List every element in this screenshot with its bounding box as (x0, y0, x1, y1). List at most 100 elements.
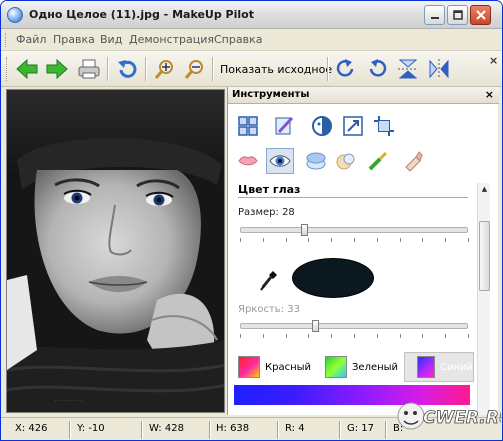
zoom-out-icon (184, 60, 203, 79)
zoom-out-button[interactable] (181, 55, 209, 83)
slider-tick (399, 334, 401, 338)
slider-tick (468, 238, 469, 242)
window-title: Одно Целое (11).jpg - MakeUp Pilot (29, 8, 254, 21)
status-r: R: 4 (285, 423, 305, 434)
status-y: Y: -10 (77, 423, 105, 434)
menu-grip (5, 33, 8, 47)
size-slider-thumb[interactable] (300, 224, 308, 236)
undo-icon (118, 60, 137, 78)
panel-scrollbar[interactable]: ▲ (477, 183, 490, 415)
app-icon (7, 7, 23, 23)
forward-arrow-icon (46, 58, 68, 80)
flip-horizontal-button[interactable] (425, 55, 453, 83)
green-swatch-icon (325, 356, 347, 378)
menu-help[interactable]: Справка (214, 33, 262, 46)
brush-tool-button[interactable] (270, 113, 298, 139)
slider-tick (354, 334, 355, 338)
show-original-button[interactable]: Показать исходное (220, 63, 332, 76)
flip-vertical-icon (398, 59, 418, 79)
status-divider (385, 421, 387, 439)
scroll-thumb[interactable] (479, 221, 490, 291)
menu-file[interactable]: Файл (16, 33, 46, 46)
toolbar: Показать исходное (1, 51, 502, 87)
status-h: H: 638 (216, 423, 250, 434)
status-divider (69, 421, 71, 439)
eyedropper-button[interactable] (258, 264, 278, 292)
panel-title: Инструменты (232, 89, 310, 100)
eye-color-swatch[interactable] (292, 258, 374, 298)
slider-tick (422, 334, 424, 338)
menu-view[interactable]: Вид (100, 33, 122, 46)
toolbar-close-icon[interactable]: × (489, 54, 498, 67)
flip-vertical-button[interactable] (394, 55, 422, 83)
lips-tool-button[interactable] (234, 148, 262, 174)
toolbar-separator (145, 57, 147, 81)
svg-text:· · · · · · · · ·: · · · · · · · · · (55, 398, 82, 404)
slider-tick (399, 238, 401, 242)
slider-tick (376, 238, 378, 242)
rotate-right-button[interactable] (332, 55, 360, 83)
status-g: G: 17 (347, 423, 375, 434)
status-w: W: 428 (149, 423, 184, 434)
menu-edit[interactable]: Правка (53, 33, 95, 46)
site-watermark-logo: CWER.RU (397, 402, 501, 430)
crop-tool-button[interactable] (370, 113, 398, 139)
close-button[interactable] (470, 5, 491, 25)
panel-close-icon[interactable]: × (485, 88, 494, 101)
status-divider (141, 421, 143, 439)
foundation-tool-button[interactable] (332, 148, 360, 174)
slider-tick (308, 238, 310, 242)
brightness-label: Яркость: 33 (238, 304, 300, 315)
concealer-icon (405, 151, 423, 172)
red-swatch-icon (238, 356, 260, 378)
minimize-button[interactable] (424, 5, 445, 25)
blush-tool-button[interactable] (302, 148, 330, 174)
color-option-blue[interactable]: Синий (404, 352, 474, 382)
face-tool-button[interactable] (308, 113, 336, 139)
slider-tick (240, 238, 241, 242)
maximize-icon (452, 10, 463, 20)
zoom-in-button[interactable] (151, 55, 179, 83)
size-slider-track[interactable] (240, 227, 468, 233)
slider-tick (308, 334, 310, 338)
foundation-icon (336, 153, 355, 170)
grid-icon (238, 116, 258, 136)
face-mask-icon (312, 116, 332, 136)
eyedropper-icon (260, 271, 277, 291)
slider-tick (262, 238, 264, 242)
brightness-slider-thumb[interactable] (312, 320, 320, 332)
maximize-button[interactable] (447, 5, 468, 25)
brush-icon (275, 116, 294, 135)
panel-header: Инструменты × (228, 87, 499, 104)
slider-tick (422, 238, 424, 242)
forward-button[interactable] (43, 55, 71, 83)
scroll-up-arrow[interactable]: ▲ (478, 183, 491, 196)
menu-bar: Файл Правка Вид Демонстрация Справка (1, 29, 502, 51)
print-button[interactable] (75, 55, 103, 83)
status-divider (209, 421, 211, 439)
tool-icon-row-1 (228, 112, 499, 140)
toolbar-separator (107, 57, 109, 81)
menu-demo[interactable]: Демонстрация (129, 33, 214, 46)
tools-panel: Инструменты × Цвет глаз Размер: 28 Яркос… (227, 87, 499, 415)
resize-tool-button[interactable] (339, 113, 367, 139)
undo-button[interactable] (113, 55, 141, 83)
mascara-tool-button[interactable] (364, 148, 392, 174)
grid-tool-button[interactable] (234, 113, 262, 139)
print-icon (78, 59, 100, 79)
rotate-left-button[interactable] (363, 55, 391, 83)
title-bar[interactable]: Одно Целое (11).jpg - MakeUp Pilot (1, 1, 502, 29)
brightness-slider-track[interactable] (240, 323, 468, 329)
close-icon (475, 10, 486, 20)
slider-tick (331, 334, 333, 338)
back-button[interactable] (13, 55, 41, 83)
eye-icon (269, 155, 291, 167)
section-divider (238, 197, 468, 198)
slider-tick (331, 238, 333, 242)
color-option-green[interactable]: Зеленый (325, 352, 398, 382)
slider-tick (240, 334, 241, 338)
photo-canvas[interactable]: · · · · · · · · · (6, 89, 225, 413)
eye-tool-button[interactable] (266, 148, 294, 174)
color-option-red[interactable]: Красный (238, 352, 311, 382)
concealer-tool-button[interactable] (398, 148, 426, 174)
